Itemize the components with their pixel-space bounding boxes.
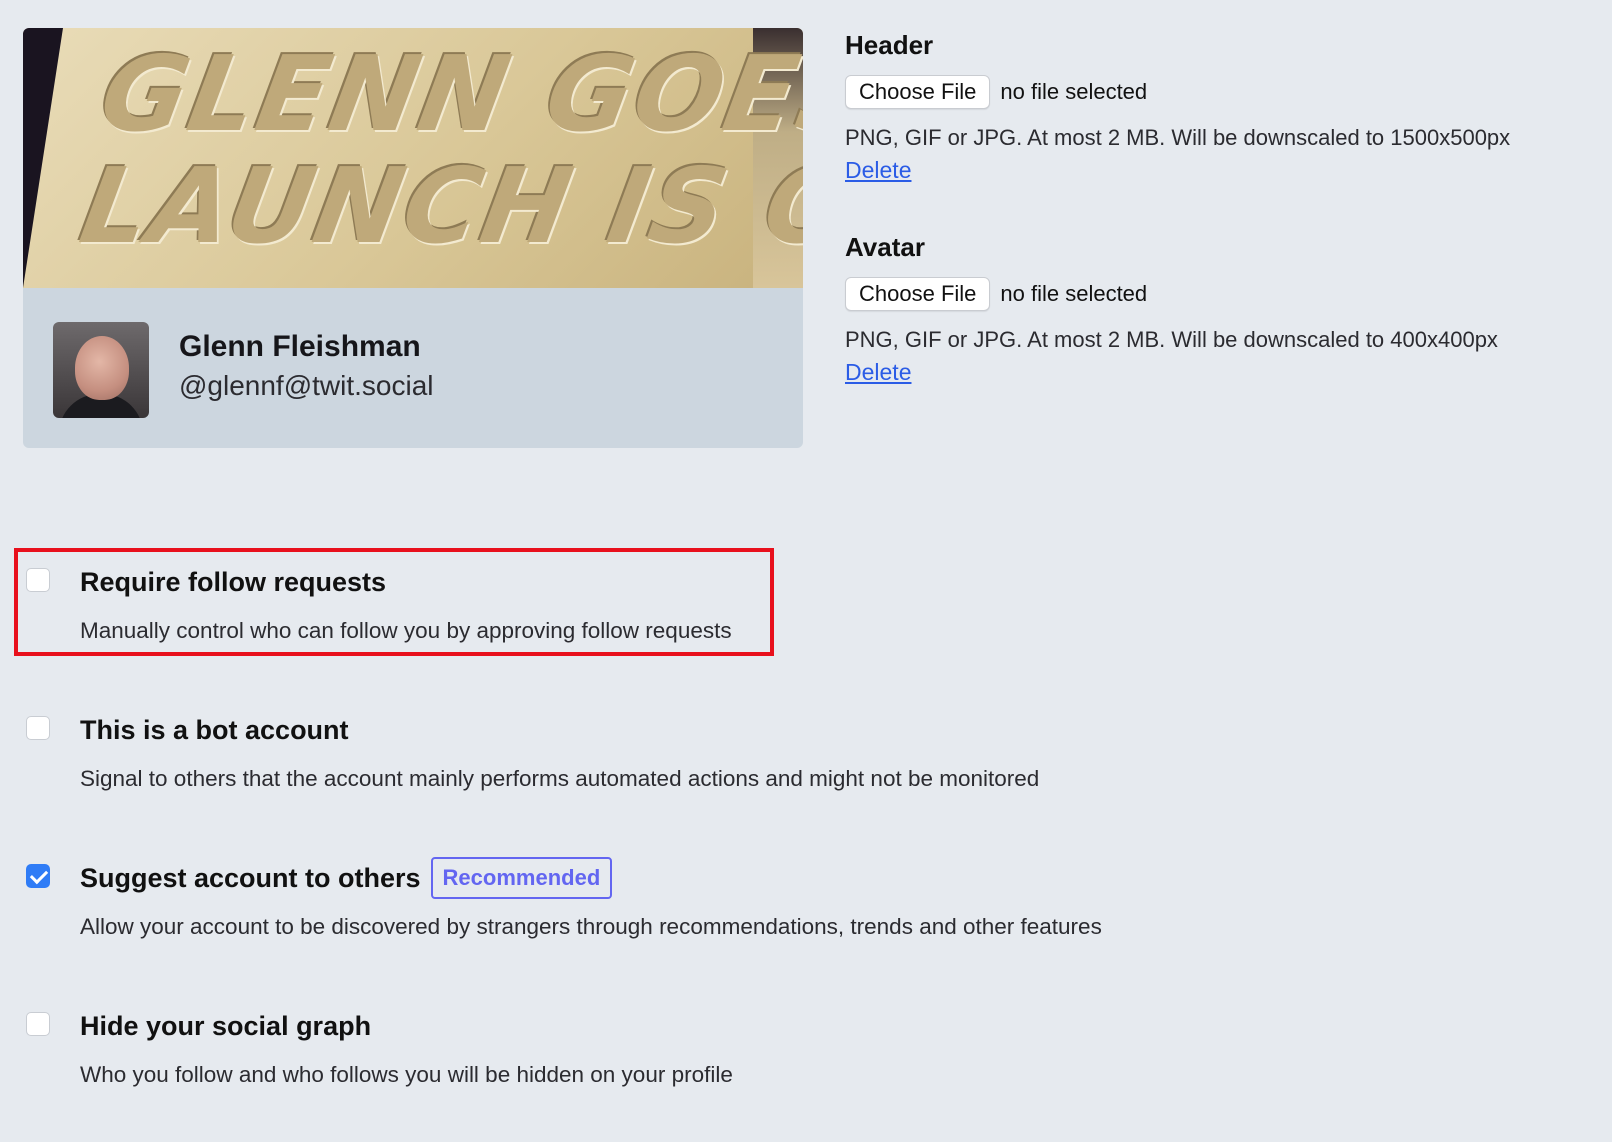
suggest-account-checkbox[interactable] [26, 864, 50, 888]
bot-account-title[interactable]: This is a bot account [80, 715, 349, 746]
suggest-account-description: Allow your account to be discovered by s… [80, 914, 1102, 939]
hide-social-graph-title[interactable]: Hide your social graph [80, 1011, 371, 1042]
hide-social-graph-description: Who you follow and who follows you will … [80, 1062, 733, 1087]
avatar-upload-group: Avatar Choose File no file selected PNG,… [845, 232, 1585, 386]
require-follow-requests-title-row: Require follow requests [80, 566, 386, 598]
avatar-file-row: Choose File no file selected [845, 277, 1585, 311]
avatar-delete-link[interactable]: Delete [845, 359, 911, 386]
hide-social-graph-title-row: Hide your social graph [80, 1010, 371, 1042]
bot-account-title-row: This is a bot account [80, 714, 349, 746]
header-banner-line-2: LAUNCH IS OK [72, 145, 803, 267]
header-image-shadow [23, 28, 63, 288]
avatar-upload-label: Avatar [845, 232, 925, 262]
suggest-account-title-row: Suggest account to others Recommended [80, 857, 613, 899]
require-follow-requests-checkbox[interactable] [26, 568, 50, 592]
header-banner-line-1: GLENN GOES! [92, 33, 803, 155]
display-name: Glenn Fleishman [179, 330, 421, 363]
avatar-choose-file-button[interactable]: Choose File [845, 277, 991, 311]
avatar-face [75, 336, 129, 400]
username: @glennf@twit.social [179, 370, 434, 401]
header-choose-file-button[interactable]: Choose File [845, 75, 991, 109]
header-file-row: Choose File no file selected [845, 75, 1585, 109]
recommended-badge: Recommended [430, 857, 613, 899]
header-file-status: no file selected [1000, 79, 1148, 104]
profile-preview-card: GLENN GOES! LAUNCH IS OK Glenn Fleishman… [23, 28, 803, 448]
header-image: GLENN GOES! LAUNCH IS OK [23, 28, 803, 288]
header-banner-text: GLENN GOES! LAUNCH IS OK [72, 33, 803, 267]
bot-account-checkbox[interactable] [26, 716, 50, 740]
avatar-upload-hint: PNG, GIF or JPG. At most 2 MB. Will be d… [845, 327, 1498, 352]
header-upload-hint: PNG, GIF or JPG. At most 2 MB. Will be d… [845, 125, 1511, 150]
avatar [53, 322, 149, 418]
require-follow-requests-description: Manually control who can follow you by a… [80, 618, 732, 643]
suggest-account-title[interactable]: Suggest account to others [80, 863, 421, 894]
require-follow-requests-title[interactable]: Require follow requests [80, 567, 386, 598]
profile-meta: Glenn Fleishman @glennf@twit.social [23, 288, 803, 448]
header-delete-link[interactable]: Delete [845, 157, 911, 184]
header-upload-label: Header [845, 30, 934, 60]
avatar-file-status: no file selected [1000, 281, 1148, 306]
header-upload-group: Header Choose File no file selected PNG,… [845, 30, 1585, 184]
bot-account-description: Signal to others that the account mainly… [80, 766, 1040, 791]
hide-social-graph-checkbox[interactable] [26, 1012, 50, 1036]
